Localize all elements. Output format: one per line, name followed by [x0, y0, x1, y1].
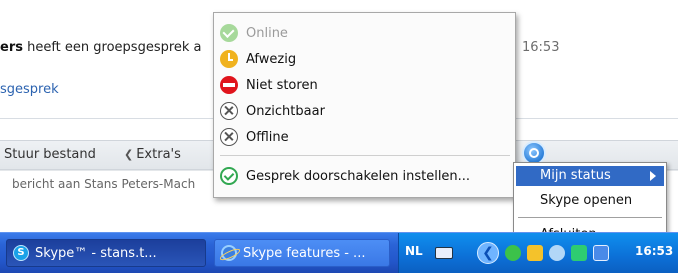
- invisible-icon: [220, 102, 238, 120]
- status-submenu: Online Afwezig Niet storen Onzichtbaar O…: [213, 12, 516, 198]
- volume-icon[interactable]: [593, 245, 609, 261]
- status-item-label: Online: [246, 25, 288, 41]
- call-forwarding-label: Gesprek doorschakelen instellen...: [246, 168, 471, 184]
- taskbar-button-label: Skype features - ...: [243, 245, 366, 261]
- language-indicator[interactable]: NL: [405, 244, 423, 258]
- my-status-item[interactable]: Mijn status: [516, 166, 664, 186]
- chat-message: ers heeft een groepsgesprek a: [0, 38, 202, 58]
- status-item-label: Niet storen: [246, 77, 318, 93]
- input-placeholder: bericht aan Stans Peters-Mach: [12, 177, 196, 191]
- message-time: 16:53: [522, 40, 560, 55]
- status-item-label: Onzichtbaar: [246, 103, 325, 119]
- taskbar-button-browser[interactable]: Skype features - ...: [214, 239, 390, 267]
- system-tray: NL ❮ 16:53: [398, 233, 678, 273]
- open-skype-label: Skype openen: [540, 193, 633, 208]
- online-icon: [220, 24, 238, 42]
- extras-button[interactable]: ❮ Extra's: [124, 147, 181, 162]
- status-item-invisible[interactable]: Onzichtbaar: [220, 99, 508, 123]
- message-text: heeft een groepsgesprek a: [22, 40, 202, 55]
- my-status-label: Mijn status: [540, 168, 611, 183]
- clock[interactable]: 16:53: [635, 244, 673, 258]
- status-item-do-not-disturb[interactable]: Niet storen: [220, 73, 508, 97]
- status-item-away[interactable]: Afwezig: [220, 47, 508, 71]
- open-skype-item[interactable]: Skype openen: [516, 191, 664, 211]
- chevron-icon: ❮: [124, 148, 134, 161]
- show-hidden-icons-icon[interactable]: ❮: [477, 242, 499, 264]
- do-not-disturb-icon: [220, 76, 238, 94]
- group-call-link[interactable]: sgesprek: [0, 80, 59, 100]
- extras-label: Extra's: [136, 147, 181, 162]
- taskbar-button-label: Skype™ - stans.t...: [35, 245, 157, 261]
- keyboard-icon[interactable]: [435, 247, 453, 259]
- taskbar-button-skype[interactable]: S Skype™ - stans.t...: [6, 239, 206, 267]
- internet-explorer-icon: [221, 245, 237, 261]
- security-shield-icon[interactable]: [527, 245, 543, 261]
- send-file-button[interactable]: Stuur bestand: [4, 147, 96, 162]
- call-forwarding-icon: [220, 167, 238, 185]
- network-icon[interactable]: [571, 245, 587, 261]
- skype-status-tray-icon[interactable]: [505, 245, 521, 261]
- status-item-online[interactable]: Online: [220, 21, 508, 45]
- messenger-icon[interactable]: [549, 245, 565, 261]
- menu-separator: [220, 155, 510, 156]
- submenu-arrow-icon: [650, 171, 656, 181]
- message-sender: ers: [0, 40, 23, 55]
- offline-icon: [220, 128, 238, 146]
- status-item-label: Offline: [246, 129, 289, 145]
- status-item-label: Afwezig: [246, 51, 297, 67]
- taskbar: S Skype™ - stans.t... Skype features - .…: [0, 232, 678, 273]
- call-forwarding-item[interactable]: Gesprek doorschakelen instellen...: [220, 164, 508, 188]
- skype-icon: S: [13, 245, 29, 261]
- menu-separator: [518, 217, 662, 218]
- status-item-offline[interactable]: Offline: [220, 125, 508, 149]
- away-icon: [220, 50, 238, 68]
